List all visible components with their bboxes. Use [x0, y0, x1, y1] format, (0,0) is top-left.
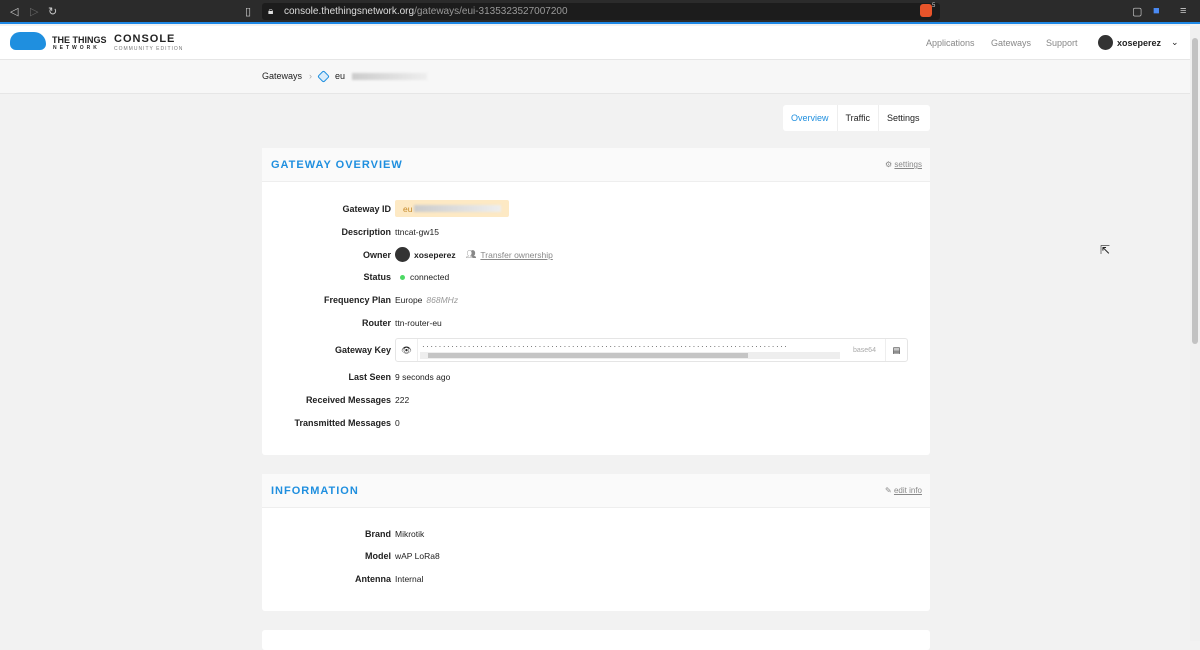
- owner-avatar: [395, 247, 410, 262]
- browser-toolbar: ◁ ▷ ↻ ▯ 🔒︎ console.thethingsnetwork.org/g…: [0, 0, 1200, 24]
- forward-icon[interactable]: ▷: [30, 5, 38, 18]
- address-bar[interactable]: 🔒︎ console.thethingsnetwork.org/gateways/…: [262, 3, 940, 20]
- frequency-plan-value: Europe: [395, 295, 423, 305]
- tab-overview[interactable]: Overview: [783, 105, 838, 131]
- field-label: Router: [362, 318, 391, 328]
- gateway-key-input[interactable]: ········································…: [418, 339, 853, 361]
- router-value: ttn-router-eu: [395, 318, 442, 328]
- logo-text: THE THINGS: [52, 35, 107, 45]
- card-title: GATEWAY OVERVIEW: [271, 159, 403, 171]
- antenna-value: Internal: [395, 574, 424, 584]
- masked-key: ········································…: [422, 342, 789, 351]
- edit-info-label: edit info: [893, 486, 922, 495]
- settings-link[interactable]: ⚙ settings: [885, 160, 922, 169]
- lock-icon: 🔒︎: [268, 6, 274, 17]
- reload-icon[interactable]: ↻: [48, 5, 57, 18]
- field-label: Frequency Plan: [323, 295, 391, 305]
- status-dot-icon: [400, 274, 405, 280]
- mouse-cursor-icon: ⇱: [1100, 243, 1111, 257]
- extension-icon[interactable]: ▢: [1132, 5, 1142, 18]
- edition-label: COMMUNITY EDITION: [114, 46, 184, 52]
- brand-value: Mikrotik: [395, 529, 425, 539]
- key-format-label[interactable]: base64: [853, 339, 885, 361]
- nav-gateways[interactable]: Gateways: [991, 38, 1031, 48]
- field-label: Last Seen: [348, 372, 391, 382]
- nav-applications[interactable]: Applications: [926, 38, 975, 48]
- last-seen-value: 9 seconds ago: [395, 372, 451, 382]
- nav-support[interactable]: Support: [1046, 38, 1078, 48]
- gateway-overview-card: GATEWAY OVERVIEW ⚙ settings Gateway ID eu…: [262, 148, 930, 455]
- field-label: Gateway ID: [342, 203, 391, 214]
- field-label: Brand: [364, 529, 391, 539]
- eye-icon[interactable]: 👁︎: [396, 339, 418, 361]
- brave-count-badge: 5: [932, 3, 936, 9]
- card-title: INFORMATION: [271, 485, 359, 497]
- transfer-ownership-link[interactable]: Transfer ownership: [480, 250, 552, 260]
- bookmark-icon[interactable]: ▯: [245, 5, 251, 18]
- settings-link-label: settings: [894, 160, 922, 169]
- gateway-id-value[interactable]: eu: [395, 200, 509, 217]
- breadcrumb-bar: Gateways › eu: [0, 60, 1190, 94]
- owner-value: xoseperez: [414, 249, 456, 260]
- gear-icon: ⚙: [885, 160, 895, 169]
- chevron-down-icon: ⌄: [1171, 37, 1179, 47]
- information-card: INFORMATION ✎ edit info Brand Mikrotik Mo…: [262, 474, 930, 611]
- key-scrollbar[interactable]: [420, 352, 840, 359]
- status-value: connected: [410, 272, 450, 282]
- brave-shield-icon[interactable]: [920, 4, 932, 17]
- field-label: Transmitted Messages: [294, 418, 391, 428]
- model-value: wAP LoRa8: [395, 551, 440, 561]
- logo-subtext: NETWORK: [53, 45, 100, 51]
- avatar: [1098, 35, 1113, 50]
- menu-icon[interactable]: ≡: [1180, 5, 1186, 17]
- transmitted-messages-value: 0: [395, 418, 400, 428]
- redacted-id: [352, 72, 428, 80]
- app-header: THE THINGS NETWORK CONSOLE COMMUNITY EDI…: [0, 26, 1190, 60]
- tab-bar: Overview Traffic Settings: [783, 105, 930, 131]
- copy-icon[interactable]: ▤: [885, 339, 907, 361]
- gateway-id-text: eu: [403, 203, 413, 214]
- field-label: Description: [341, 227, 391, 237]
- field-label: Gateway Key: [334, 345, 391, 355]
- description-value: ttncat-gw15: [395, 227, 439, 237]
- breadcrumb: Gateways › eu: [262, 69, 428, 83]
- url-host: console.thethingsnetwork.org: [284, 6, 415, 17]
- users-icon: 👥︎: [465, 249, 477, 259]
- next-card: [262, 630, 930, 650]
- console-title: CONSOLE: [114, 33, 176, 45]
- frequency-detail: 868MHz: [426, 295, 459, 305]
- page-scrollbar[interactable]: [1190, 26, 1200, 641]
- field-label: Owner: [362, 249, 391, 260]
- field-label: Antenna: [355, 574, 391, 584]
- gateway-icon: [317, 69, 330, 83]
- chevron-right-icon: ›: [309, 71, 313, 81]
- pencil-icon: ✎: [885, 486, 894, 495]
- tab-traffic[interactable]: Traffic: [838, 105, 880, 131]
- tab-settings[interactable]: Settings: [879, 105, 928, 131]
- ttn-cloud-logo-icon[interactable]: [10, 32, 46, 50]
- field-label: Received Messages: [305, 395, 391, 405]
- field-label: Model: [365, 551, 391, 561]
- username: xoseperez: [1117, 37, 1162, 48]
- breadcrumb-current: eu: [335, 71, 346, 81]
- gateway-key-field: 👁︎ ·····································…: [395, 338, 908, 362]
- breadcrumb-gateways[interactable]: Gateways: [262, 71, 302, 81]
- user-menu[interactable]: xoseperez ⌄: [1098, 35, 1179, 50]
- edit-info-link[interactable]: ✎ edit info: [885, 486, 922, 495]
- translate-icon[interactable]: ■: [1153, 5, 1160, 17]
- field-label: Status: [363, 272, 391, 282]
- back-icon[interactable]: ◁: [10, 5, 18, 18]
- received-messages-value: 222: [395, 395, 410, 405]
- redacted-id: [414, 205, 501, 212]
- url-path: /gateways/eui-3135323527007200: [414, 6, 568, 17]
